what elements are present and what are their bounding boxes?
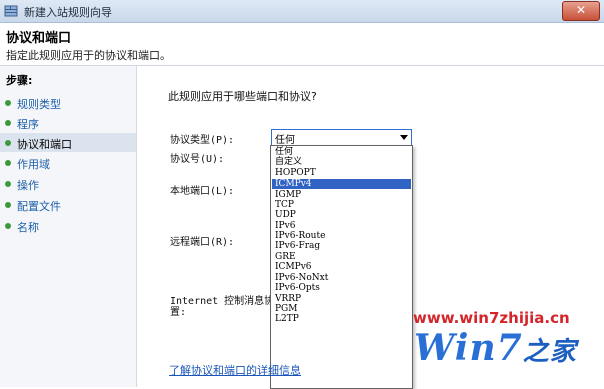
step-bullet-icon [5,181,11,187]
steps-sidebar: 步骤: 规则类型 程序 协议和端口 作用域 操作 配置文件 名称 [0,66,137,387]
sidebar-item-program[interactable]: 程序 [0,113,136,132]
dropdown-option[interactable]: VRRP [272,294,411,304]
dropdown-option[interactable]: L2TP [272,314,411,324]
step-bullet-icon [5,202,11,208]
sidebar-item-label: 规则类型 [17,98,61,111]
dropdown-option[interactable]: IPv6-Opts [272,283,411,293]
icmp-settings-label-cont: 置: [170,307,187,318]
firewall-icon [4,5,18,17]
dropdown-option-selected[interactable]: ICMPv4 [272,179,411,189]
protocol-type-select[interactable]: 任何 [271,129,412,146]
dropdown-option[interactable]: IGMP [272,190,411,200]
sidebar-item-label: 操作 [17,179,39,192]
protocol-number-label: 协议号(U): [170,154,225,165]
dropdown-option[interactable]: IPv6-Frag [272,241,411,251]
watermark-logo-sub: 之家 [522,337,577,367]
chevron-down-icon[interactable] [400,135,408,140]
step-bullet-icon [5,100,11,106]
title-bar: 新建入站规则向导 ✕ [0,0,604,23]
sidebar-item-profile[interactable]: 配置文件 [0,195,136,214]
question-text: 此规则应用于哪些端口和协议? [168,90,317,103]
window-title: 新建入站规则向导 [24,6,112,19]
dropdown-option[interactable]: IPv6 [272,221,411,231]
wizard-header: 协议和端口 指定此规则应用于的协议和端口。 [0,23,604,66]
watermark-logo: Win7之家 [414,327,577,369]
protocol-dropdown-list: 任何 自定义 HOPOPT ICMPv4 IGMP TCP UDP IPv6 I… [270,145,413,389]
dropdown-option[interactable]: 自定义 [272,157,411,167]
help-link[interactable]: 了解协议和端口的详细信息 [169,362,301,378]
step-bullet-icon [5,223,11,229]
watermark-url: www.win7zhijia.cn [413,309,570,327]
sidebar-item-action[interactable]: 操作 [0,174,136,193]
step-bullet-icon [5,120,11,126]
sidebar-item-label: 配置文件 [17,200,61,213]
sidebar-item-label: 名称 [17,221,39,234]
dropdown-option[interactable]: TCP [272,200,411,210]
remote-port-label: 远程端口(R): [170,237,235,248]
step-bullet-icon [5,160,11,166]
steps-heading: 步骤: [6,74,33,87]
sidebar-item-scope[interactable]: 作用域 [0,153,136,172]
sidebar-item-rule-type[interactable]: 规则类型 [0,93,136,112]
dropdown-option[interactable]: IPv6-Route [272,231,411,241]
dropdown-option[interactable]: PGM [272,304,411,314]
dropdown-option[interactable]: ICMPv6 [272,262,411,272]
protocol-type-label: 协议类型(P): [170,135,235,146]
local-port-label: 本地端口(L): [170,186,235,197]
dropdown-option[interactable]: IPv6-NoNxt [272,273,411,283]
close-button[interactable]: ✕ [562,1,600,21]
protocol-type-value: 任何 [275,135,295,146]
sidebar-item-label: 作用域 [17,158,50,171]
dropdown-option[interactable]: HOPOPT [272,168,411,178]
sidebar-item-protocol-ports[interactable]: 协议和端口 [0,133,136,152]
dropdown-option[interactable]: 任何 [272,147,411,157]
sidebar-item-label: 程序 [17,118,39,131]
sidebar-item-label: 协议和端口 [17,138,72,151]
sidebar-item-name[interactable]: 名称 [0,216,136,235]
page-description: 指定此规则应用于的协议和端口。 [6,49,171,62]
watermark-logo-main: Win7 [414,327,523,369]
step-bullet-icon [5,140,11,146]
dropdown-option[interactable]: UDP [272,210,411,220]
page-title: 协议和端口 [6,31,72,46]
dropdown-option[interactable]: GRE [272,252,411,262]
